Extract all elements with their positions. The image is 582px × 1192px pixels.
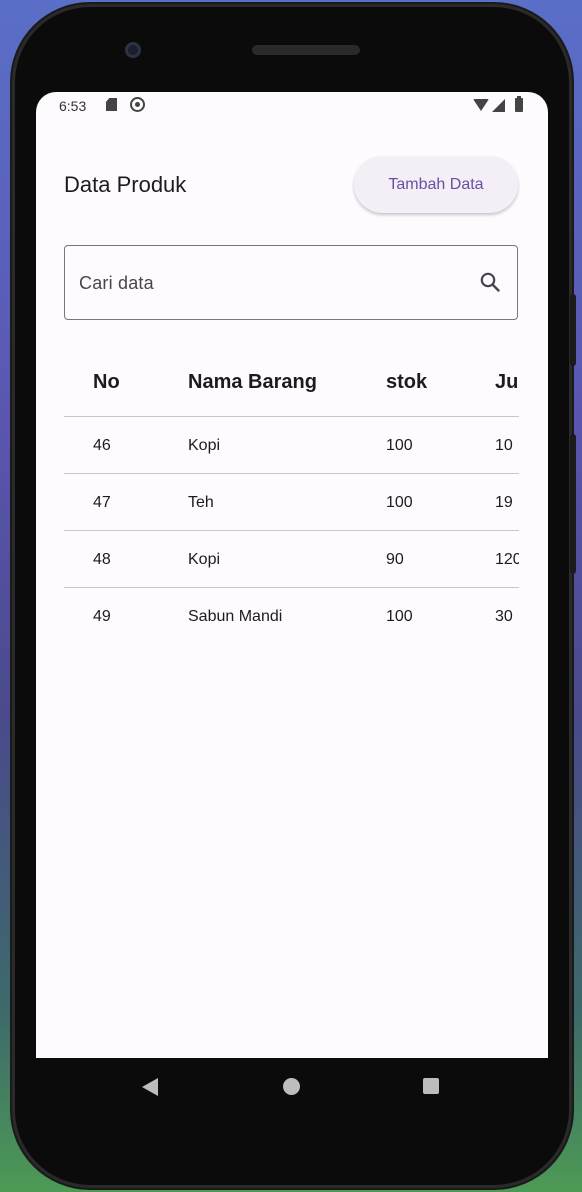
back-icon[interactable] (142, 1078, 158, 1096)
cell-stok: 100 (386, 494, 413, 511)
volume-button (570, 434, 576, 574)
system-navigation-bar (36, 1058, 548, 1118)
cell-no: 48 (93, 551, 111, 568)
power-button (570, 294, 576, 366)
cell-stok: 90 (386, 551, 404, 568)
status-bar: 6:53 (36, 92, 548, 120)
cell-jumlah: 19 (495, 494, 513, 511)
cell-no: 47 (93, 494, 111, 511)
battery-icon (515, 96, 523, 112)
table-row[interactable]: 49 Sabun Mandi 100 30 (64, 588, 519, 632)
cell-no: 46 (93, 437, 111, 454)
search-input[interactable] (79, 268, 459, 298)
table-row[interactable]: 48 Kopi 90 120 (64, 531, 519, 588)
status-time: 6:53 (59, 98, 87, 114)
column-header-jumlah[interactable]: Ju (495, 371, 518, 394)
search-field[interactable] (64, 245, 518, 320)
cell-nama-barang: Kopi (188, 551, 221, 568)
product-table: No Nama Barang stok Ju 46 Kopi 100 10 47… (64, 342, 519, 632)
recents-icon[interactable] (423, 1078, 439, 1094)
cell-no: 49 (93, 608, 111, 625)
cell-jumlah: 10 (495, 437, 513, 454)
table-header: No Nama Barang stok Ju (64, 342, 519, 417)
wifi-icon (473, 99, 489, 111)
front-camera (125, 42, 141, 58)
cell-nama-barang: Teh (188, 494, 214, 511)
search-icon[interactable] (478, 270, 502, 294)
cell-nama-barang: Sabun Mandi (188, 608, 283, 625)
column-header-stok[interactable]: stok (386, 371, 427, 394)
table-row[interactable]: 46 Kopi 100 10 (64, 417, 519, 474)
earpiece-speaker (252, 45, 360, 55)
cell-jumlah: 30 (495, 608, 513, 625)
cell-stok: 100 (386, 437, 413, 454)
column-header-nama-barang[interactable]: Nama Barang (188, 371, 317, 394)
page-title: Data Produk (64, 172, 187, 197)
cell-jumlah: 120 (495, 551, 519, 568)
signal-icon (492, 99, 505, 112)
cell-stok: 100 (386, 608, 413, 625)
app-screen: 6:53 Data Produk Tambah Data No Nama Bar… (36, 92, 548, 1058)
table-row[interactable]: 47 Teh 100 19 (64, 474, 519, 531)
home-icon[interactable] (283, 1078, 300, 1095)
add-data-button[interactable]: Tambah Data (354, 156, 518, 213)
cell-nama-barang: Kopi (188, 437, 221, 454)
sd-card-icon (106, 98, 117, 111)
column-header-no[interactable]: No (93, 371, 120, 394)
sync-icon (130, 97, 145, 112)
